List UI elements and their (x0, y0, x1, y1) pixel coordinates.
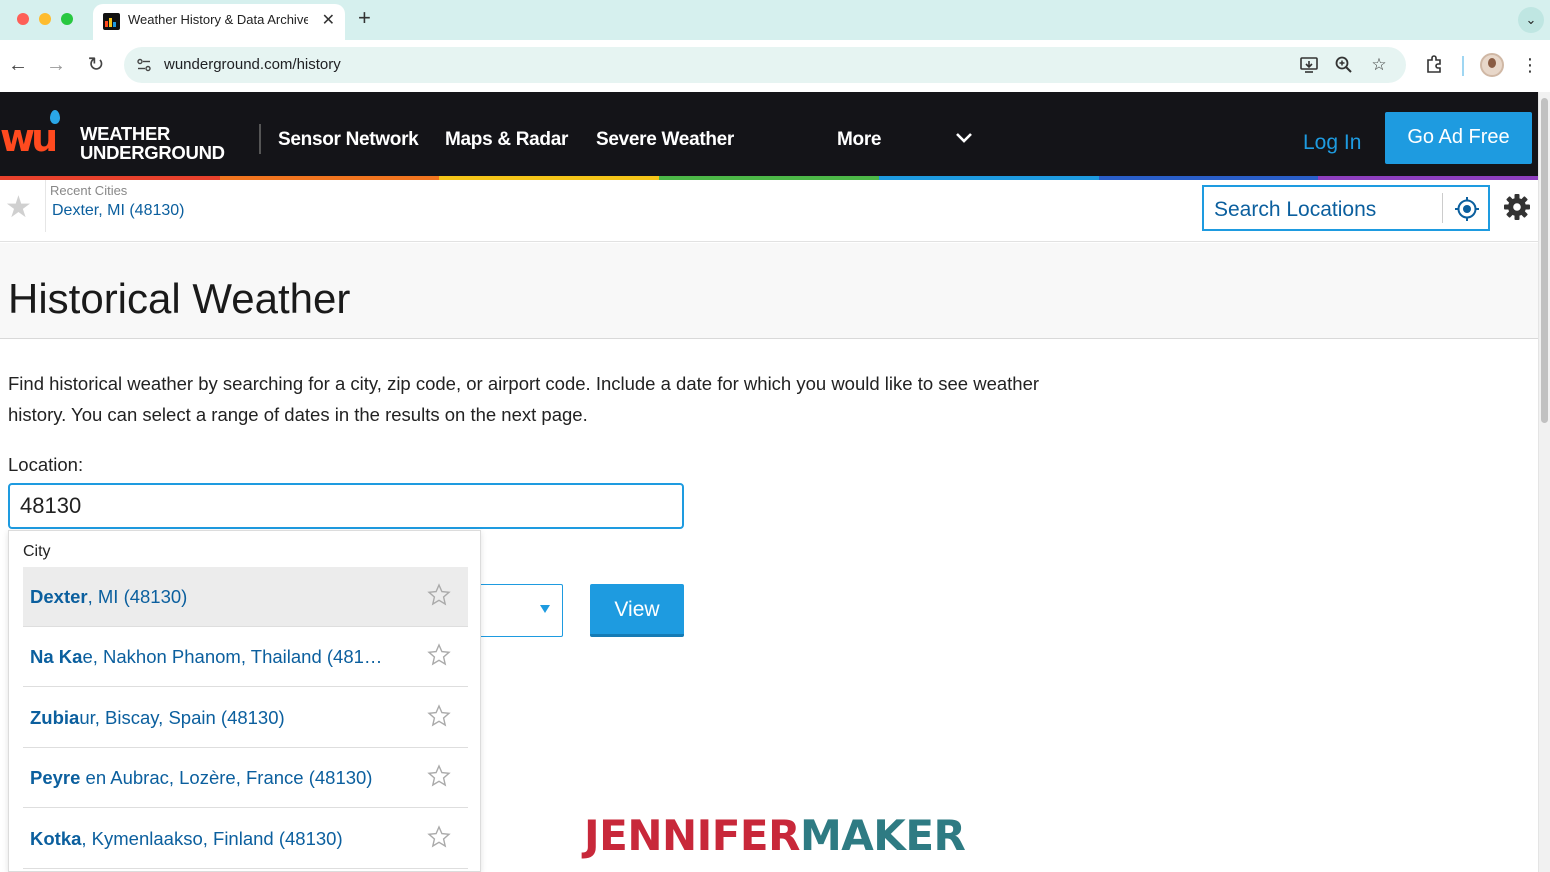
autocomplete-item-label: Peyre en Aubrac, Lozère, France (48130) (30, 767, 373, 788)
search-locations-input[interactable]: Search Locations (1202, 185, 1490, 231)
autocomplete-item[interactable]: Zubiaur, Biscay, Spain (48130) (23, 688, 468, 748)
tab-close-icon[interactable]: ✕ (322, 10, 335, 30)
browser-tab[interactable]: Weather History & Data Archive ✕ (93, 4, 345, 40)
favorite-star-icon[interactable]: ★ (5, 190, 32, 225)
search-divider (1442, 193, 1443, 223)
autocomplete-item[interactable]: Na Kae, Nakhon Phanom, Thailand (481… (23, 627, 468, 687)
favorite-star-icon[interactable] (427, 704, 451, 728)
close-window-button[interactable] (17, 13, 29, 25)
dropdown-arrow-icon (540, 605, 550, 613)
browser-toolbar: ← → ↻ wunderground.com/history ☆ ⋮ (0, 40, 1550, 92)
minimize-window-button[interactable] (39, 13, 51, 25)
page-title: Historical Weather (8, 275, 351, 322)
site-info-icon[interactable] (136, 57, 152, 73)
reload-icon[interactable]: ↻ (83, 52, 109, 78)
date-select[interactable] (470, 584, 563, 637)
recent-cities-bar: ★ Recent Cities Dexter, MI (48130) Searc… (0, 180, 1538, 242)
url-text: wunderground.com/history (164, 56, 341, 73)
nav-sensor-network[interactable]: Sensor Network (278, 129, 419, 151)
view-button[interactable]: View (590, 584, 684, 637)
recent-divider (45, 180, 46, 232)
browser-tab-strip: Weather History & Data Archive ✕ + ⌄ (0, 0, 1550, 40)
install-app-icon[interactable] (1299, 55, 1319, 75)
login-link[interactable]: Log In (1303, 131, 1361, 155)
autocomplete-item[interactable]: Kotka, Kymenlaakso, Finland (48130) (23, 809, 468, 869)
search-placeholder: Search Locations (1214, 198, 1377, 221)
back-arrow-icon[interactable]: ← (5, 52, 31, 78)
recent-cities-label: Recent Cities (50, 183, 128, 198)
title-band: Historical Weather (0, 243, 1538, 339)
header-divider (259, 124, 261, 154)
intro-text: Find historical weather by searching for… (8, 373, 1040, 425)
favorite-star-icon[interactable] (427, 764, 451, 788)
browser-menu-kebab-icon[interactable]: ⋮ (1518, 54, 1542, 78)
chevron-down-icon[interactable] (955, 132, 973, 144)
wu-logo[interactable]: wu WEATHER UNDERGROUND (0, 110, 240, 163)
jennifermaker-watermark: JENNIFERMAKER (584, 811, 966, 860)
go-ad-free-button[interactable]: Go Ad Free (1385, 112, 1532, 164)
site-header: wu WEATHER UNDERGROUND Sensor Network Ma… (0, 92, 1538, 176)
wu-logo-mark-icon: wu (0, 116, 58, 160)
logo-wordmark: WEATHER UNDERGROUND (80, 123, 225, 163)
scrollbar-thumb[interactable] (1541, 98, 1548, 423)
recent-city-link[interactable]: Dexter, MI (48130) (52, 202, 185, 220)
zoom-icon[interactable] (1334, 55, 1354, 75)
location-input[interactable] (8, 483, 684, 529)
settings-gear-icon[interactable] (1502, 192, 1532, 222)
maximize-window-button[interactable] (61, 13, 73, 25)
toolbar-divider (1462, 56, 1464, 76)
nav-maps-radar[interactable]: Maps & Radar (445, 129, 568, 151)
autocomplete-item[interactable]: Peyre en Aubrac, Lozère, France (48130) (23, 748, 468, 808)
page-scrollbar[interactable] (1538, 92, 1550, 872)
new-tab-button[interactable]: + (358, 6, 371, 30)
autocomplete-item-label: Kotka, Kymenlaakso, Finland (48130) (30, 828, 343, 849)
extensions-puzzle-icon[interactable] (1422, 54, 1446, 78)
location-label: Location: (8, 454, 84, 475)
location-autocomplete: City Dexter, MI (48130) Na Kae, Nakhon P… (8, 530, 481, 872)
bookmark-star-icon[interactable]: ☆ (1369, 55, 1389, 75)
autocomplete-heading: City (23, 543, 51, 560)
autocomplete-item-label: Zubiaur, Biscay, Spain (48130) (30, 707, 285, 728)
locate-me-icon[interactable] (1454, 196, 1480, 222)
nav-severe-weather[interactable]: Severe Weather (596, 129, 734, 151)
raindrop-icon (50, 110, 60, 124)
autocomplete-item-label: Na Kae, Nakhon Phanom, Thailand (481… (30, 646, 383, 667)
favorite-star-icon[interactable] (427, 583, 451, 607)
autocomplete-item[interactable]: Dexter, MI (48130) (23, 567, 468, 627)
profile-avatar[interactable] (1480, 53, 1504, 77)
address-bar[interactable]: wunderground.com/history ☆ (124, 47, 1406, 83)
tab-title: Weather History & Data Archive (128, 12, 308, 27)
tab-search-chevron-icon[interactable]: ⌄ (1518, 7, 1544, 33)
wu-favicon-icon (103, 13, 120, 30)
favorite-star-icon[interactable] (427, 825, 451, 849)
forward-arrow-icon[interactable]: → (43, 52, 69, 78)
nav-more[interactable]: More (837, 129, 882, 151)
autocomplete-item-label: Dexter, MI (48130) (30, 586, 188, 607)
favorite-star-icon[interactable] (427, 643, 451, 667)
